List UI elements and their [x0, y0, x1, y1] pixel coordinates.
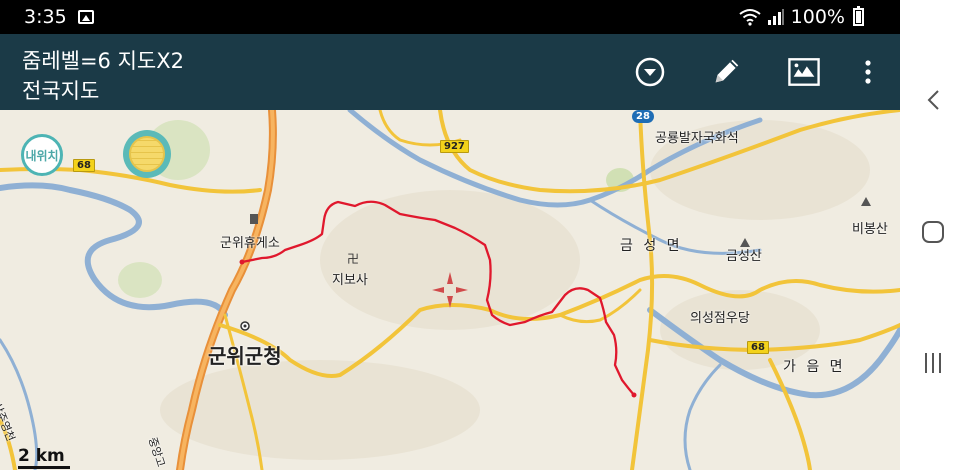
temple-icon: 卍 [347, 252, 359, 266]
dropdown-circle-icon [635, 57, 665, 87]
recents-icon [925, 353, 941, 373]
home-icon [922, 221, 944, 243]
place-label-uiseong-store: 의성점우당 [690, 311, 750, 326]
place-label-geumseong-myeon: 금 성 면 [620, 238, 683, 254]
track-start-point [239, 259, 245, 265]
place-label-geumseongsan: 금성산 [726, 249, 762, 264]
gallery-icon [78, 10, 94, 24]
status-bar: 3:35 100% [0, 0, 900, 34]
place-label-county-office: 군위군청 [208, 344, 282, 368]
recents-button[interactable] [918, 348, 948, 378]
place-label-fossil: 공룡발자국화석 [655, 131, 739, 146]
more-vert-icon [865, 60, 871, 84]
river [0, 182, 228, 318]
back-button[interactable] [918, 85, 948, 115]
home-button[interactable] [918, 217, 948, 247]
dropdown-button[interactable] [634, 56, 666, 88]
route-badge-927: 927 [440, 140, 469, 153]
place-label-temple: 지보사 [332, 273, 368, 288]
layer-toggle-button[interactable] [123, 130, 171, 178]
back-icon [927, 90, 939, 110]
app-bar: 줌레벨=6 지도X2 전국지도 [0, 34, 900, 110]
forest-area [118, 262, 162, 298]
track-end-point [631, 392, 637, 398]
edit-button[interactable] [710, 56, 742, 88]
road [558, 288, 642, 324]
place-label-gaeum-myeon: 가 음 면 [783, 359, 846, 375]
status-time: 3:35 [24, 6, 67, 28]
road [768, 358, 812, 470]
river [683, 363, 722, 470]
more-options-button[interactable] [852, 56, 884, 88]
signal-icon [767, 9, 784, 25]
scale-label: 2 km [18, 446, 65, 466]
navigation-bar [900, 0, 966, 470]
my-location-button[interactable]: 내위치 [21, 134, 63, 176]
battery-icon [853, 6, 864, 26]
status-right: 100% [739, 6, 864, 28]
rest-area-marker-icon [250, 214, 258, 224]
route-badge-68: 68 [747, 341, 769, 354]
pencil-icon [715, 59, 739, 83]
map-layer-icon [129, 136, 165, 172]
battery-percent: 100% [790, 6, 845, 28]
route-badge-68: 68 [73, 159, 95, 172]
map-name-title: 전국지도 [22, 79, 100, 103]
scale-line [18, 466, 70, 469]
route-badge-28: 28 [632, 110, 654, 123]
scale-bar: 2 km [18, 446, 70, 469]
map-layers-button[interactable] [788, 56, 820, 88]
place-label-bibongsan: 비봉산 [852, 222, 888, 237]
mountain-peak-icon [861, 197, 871, 206]
map-layers-icon [788, 58, 820, 86]
wifi-icon [739, 9, 761, 26]
place-label-rest-area: 군위휴게소 [220, 236, 280, 251]
map-view[interactable]: 卍 68 927 28 68 군위휴게소 지보사 군위군청 공룡발자국화석 금 … [0, 110, 900, 470]
zoom-level-title: 줌레벨=6 지도X2 [22, 49, 184, 73]
road [630, 110, 655, 470]
